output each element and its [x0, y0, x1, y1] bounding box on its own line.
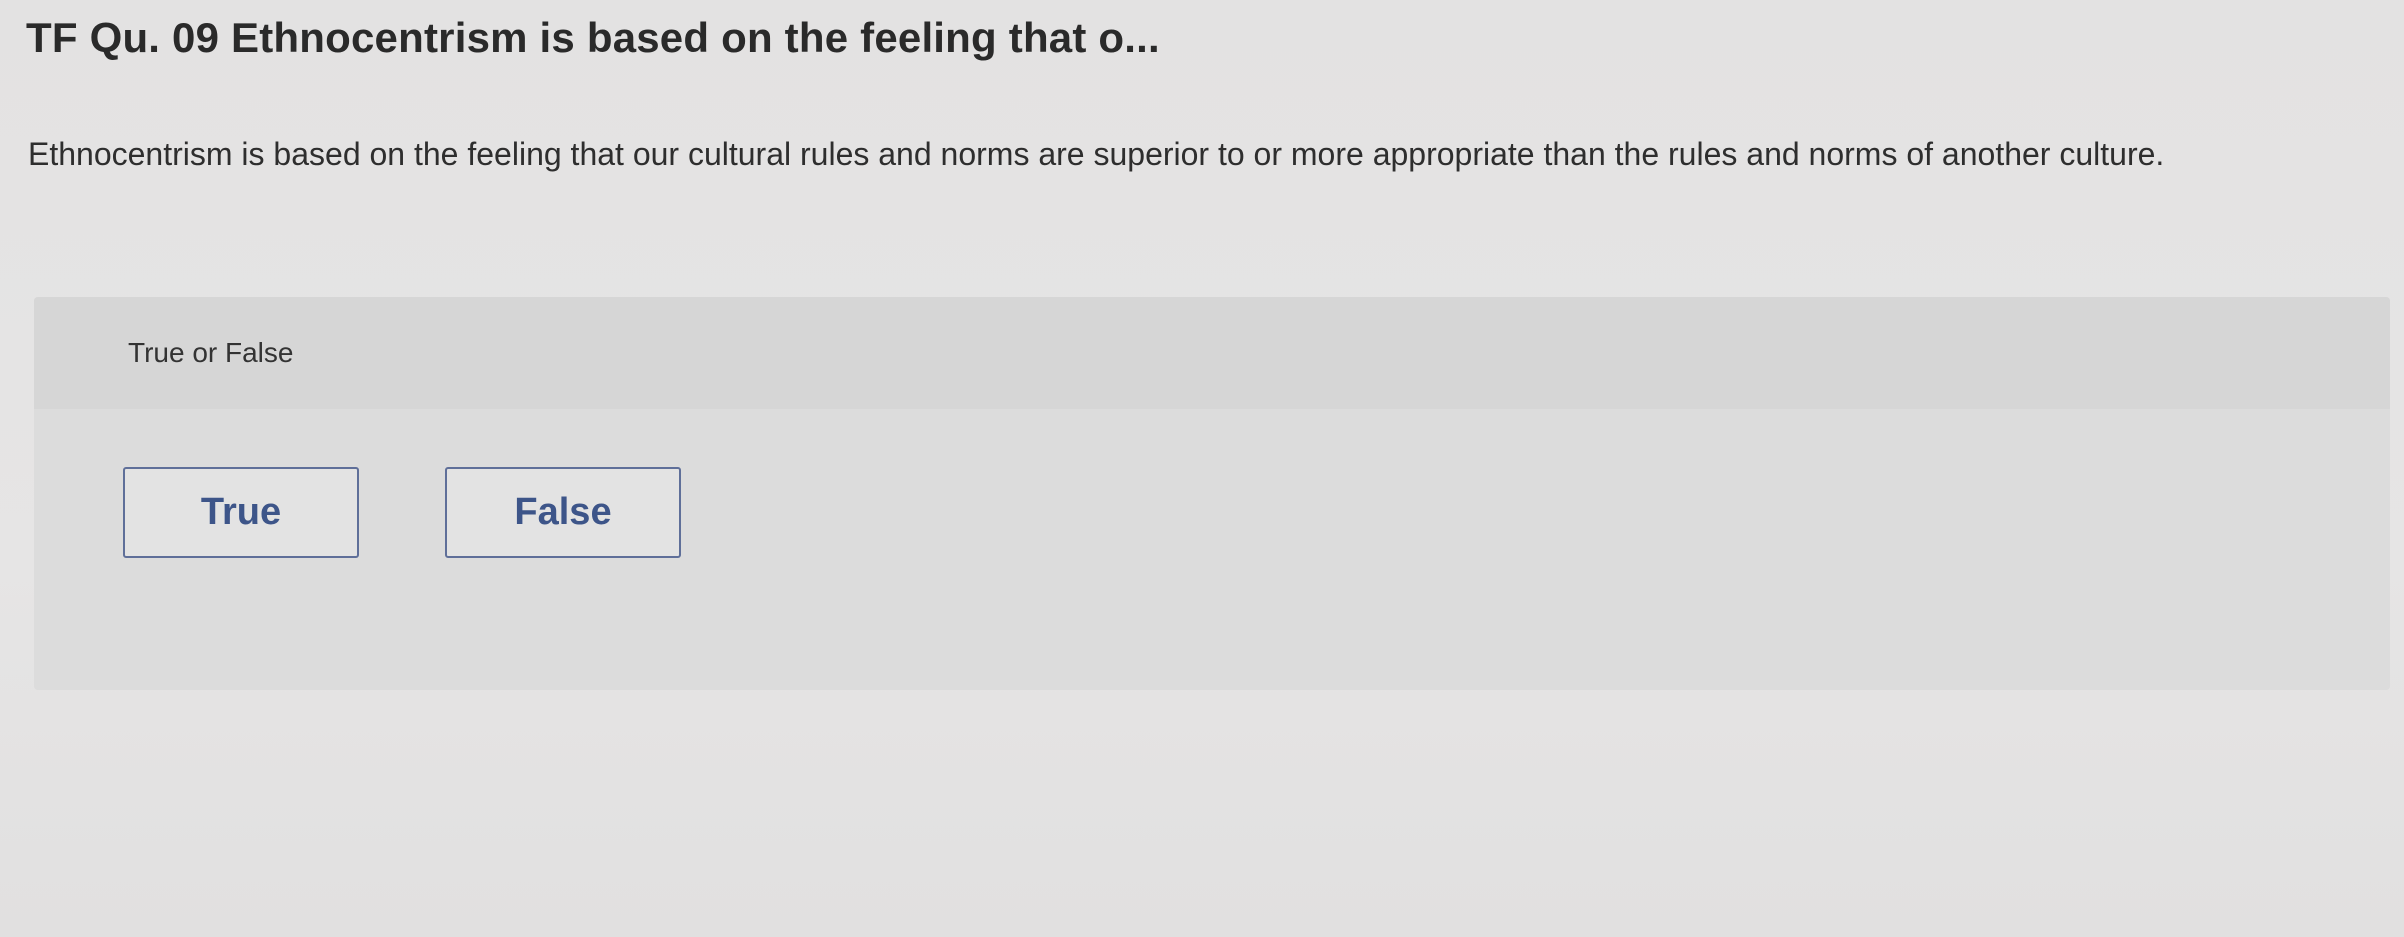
answer-prompt: True or False	[128, 337, 294, 368]
false-button[interactable]: False	[445, 467, 681, 558]
answer-panel: True or False True False	[34, 297, 2390, 690]
page: TF Qu. 09 Ethnocentrism is based on the …	[0, 0, 2404, 937]
answer-panel-header: True or False	[34, 297, 2390, 409]
question-text: Ethnocentrism is based on the feeling th…	[28, 136, 2165, 172]
question-title: TF Qu. 09 Ethnocentrism is based on the …	[26, 14, 1160, 61]
true-button[interactable]: True	[123, 467, 359, 558]
